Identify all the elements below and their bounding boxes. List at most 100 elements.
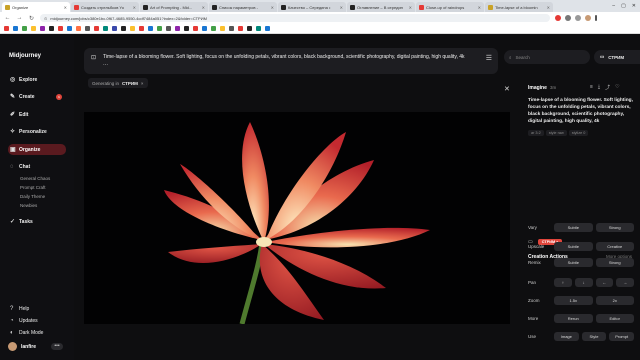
bookmark-icon[interactable] [166, 26, 171, 31]
chat-channel[interactable]: Daily Theme [20, 194, 45, 199]
bookmark-icon[interactable] [40, 26, 45, 31]
bookmark-icon[interactable] [238, 26, 243, 31]
download-icon[interactable]: ⤓ [598, 84, 600, 91]
action-button[interactable]: Rerun [554, 314, 593, 323]
image-viewer[interactable] [84, 112, 510, 324]
action-button[interactable]: ↑ [554, 278, 572, 287]
param-chip[interactable]: style raw [545, 130, 567, 136]
bookmark-icon[interactable] [157, 26, 162, 31]
action-button[interactable]: Creative [595, 242, 634, 251]
bookmark-icon[interactable] [85, 26, 90, 31]
bookmark-icon[interactable] [31, 26, 36, 31]
browser-tab[interactable]: Оглавление – В середин ✕ [347, 2, 415, 12]
nav-chat[interactable]: ◌ Chat [8, 161, 66, 172]
bookmark-icon[interactable] [193, 26, 198, 31]
folder-button[interactable]: ▭ СТРИМ [594, 50, 640, 64]
action-button[interactable]: ↓ [574, 278, 593, 287]
menu-icon[interactable] [595, 15, 597, 21]
browser-tab[interactable]: Список параметров - ✕ [209, 2, 277, 12]
bookmark-icon[interactable] [247, 26, 252, 31]
extension-icon[interactable] [575, 15, 581, 21]
bookmark-icon[interactable] [112, 26, 117, 31]
bookmark-icon[interactable] [211, 26, 216, 31]
tab-close-icon[interactable]: ✕ [271, 5, 274, 10]
bookmark-icon[interactable] [22, 26, 27, 31]
bookmark-icon[interactable] [103, 26, 108, 31]
search-input[interactable]: ⌕ Search [504, 50, 590, 64]
bookmark-icon[interactable] [121, 26, 126, 31]
param-chip[interactable]: stylize 0 [568, 130, 589, 136]
tab-close-icon[interactable]: ✕ [133, 5, 136, 10]
browser-tab[interactable]: Art of Prompting - Mid... ✕ [140, 2, 208, 12]
chat-channel[interactable]: General Chaos [20, 176, 50, 181]
action-button[interactable]: 2x [595, 296, 634, 305]
prompt-input[interactable]: Time-lapse of a blooming flower. Soft li… [103, 53, 465, 69]
share-icon[interactable]: ⤴ [605, 84, 610, 91]
prompt-box[interactable]: ⊡ Time-lapse of a blooming flower. Soft … [84, 48, 498, 74]
extension-icon[interactable] [565, 15, 571, 21]
profile-icon[interactable] [585, 15, 591, 21]
panel-prompt[interactable]: Time-lapse of a blooming flower. Soft li… [528, 97, 638, 125]
bookmark-icon[interactable] [76, 26, 81, 31]
forward-icon[interactable]: → [16, 15, 23, 21]
bookmark-icon[interactable] [13, 26, 18, 31]
bookmark-icon[interactable] [175, 26, 180, 31]
bookmark-icon[interactable] [220, 26, 225, 31]
bookmark-icon[interactable] [229, 26, 234, 31]
reload-icon[interactable]: ↻ [28, 15, 35, 22]
browser-tab[interactable]: Создать стрельбков Yo ✕ [71, 2, 139, 12]
close-viewer-icon[interactable]: ✕ [504, 85, 510, 93]
action-button[interactable]: Subtle [554, 242, 593, 251]
url-field[interactable]: ⊙ midjourney.com/jobs/c380e1bc-0f67-4685… [40, 14, 550, 22]
tab-close-icon[interactable]: ✕ [409, 5, 412, 10]
nav-personalize[interactable]: ✧ Personalize [8, 126, 66, 137]
user-menu-button[interactable]: ••• [51, 343, 63, 350]
tab-close-icon[interactable]: ✕ [340, 5, 343, 10]
action-button[interactable]: 1.5x [554, 296, 593, 305]
param-chip[interactable]: ar 3:2 [528, 130, 544, 136]
bookmark-icon[interactable] [58, 26, 63, 31]
browser-tab[interactable]: Time-lapse of a bloomin ✕ [485, 2, 553, 12]
maximize-icon[interactable]: ▢ [621, 3, 626, 9]
browser-tab[interactable]: Organize ✕ [2, 2, 70, 12]
bookmark-icon[interactable] [148, 26, 153, 31]
nav-updates[interactable]: ◔ Updates [8, 315, 66, 326]
action-button[interactable]: Subtle [554, 223, 593, 232]
action-button[interactable]: Style [581, 332, 607, 341]
action-button[interactable]: Strong [595, 258, 634, 267]
tab-close-icon[interactable]: ✕ [547, 5, 550, 10]
nav-explore[interactable]: ◎ Explore [8, 74, 66, 85]
bookmark-icon[interactable] [202, 26, 207, 31]
nav-organize[interactable]: ▣ Organize [8, 144, 66, 155]
nav-create[interactable]: ✎ Create 1 [8, 91, 66, 102]
close-window-icon[interactable]: ✕ [632, 3, 636, 9]
chat-channel[interactable]: Newbies [20, 203, 37, 208]
bookmark-icon[interactable] [67, 26, 72, 31]
tab-close-icon[interactable]: ✕ [478, 5, 481, 10]
logo[interactable]: Midjourney [9, 53, 41, 59]
image-icon[interactable]: ⊡ [91, 54, 96, 61]
minimize-icon[interactable]: – [612, 3, 615, 9]
bookmark-icon[interactable] [4, 26, 9, 31]
bookmark-icon[interactable] [94, 26, 99, 31]
nav-tasks[interactable]: ✓ Tasks [8, 216, 66, 227]
extension-icon[interactable] [555, 15, 561, 21]
nav-help[interactable]: ? Help [8, 303, 66, 314]
tab-close-icon[interactable]: ✕ [64, 5, 67, 10]
action-button[interactable]: Image [554, 332, 579, 341]
heart-icon[interactable]: ♡ [615, 84, 619, 91]
action-button[interactable]: ← [595, 278, 614, 287]
browser-tab[interactable]: Качество – Середина • ✕ [278, 2, 346, 12]
bookmark-icon[interactable] [184, 26, 189, 31]
bookmark-icon[interactable] [130, 26, 135, 31]
bookmark-icon[interactable] [256, 26, 261, 31]
action-button[interactable]: Prompt [609, 332, 634, 341]
bookmark-icon[interactable] [139, 26, 144, 31]
menu-lines-icon[interactable]: ≡ [590, 84, 593, 91]
action-button[interactable]: → [616, 278, 634, 287]
nav-edit[interactable]: ✐ Edit [8, 109, 66, 120]
browser-tab[interactable]: Close-up of raindrops ✕ [416, 2, 484, 12]
action-button[interactable]: Subtle [554, 258, 593, 267]
bookmark-icon[interactable] [265, 26, 270, 31]
back-icon[interactable]: ← [4, 15, 11, 21]
